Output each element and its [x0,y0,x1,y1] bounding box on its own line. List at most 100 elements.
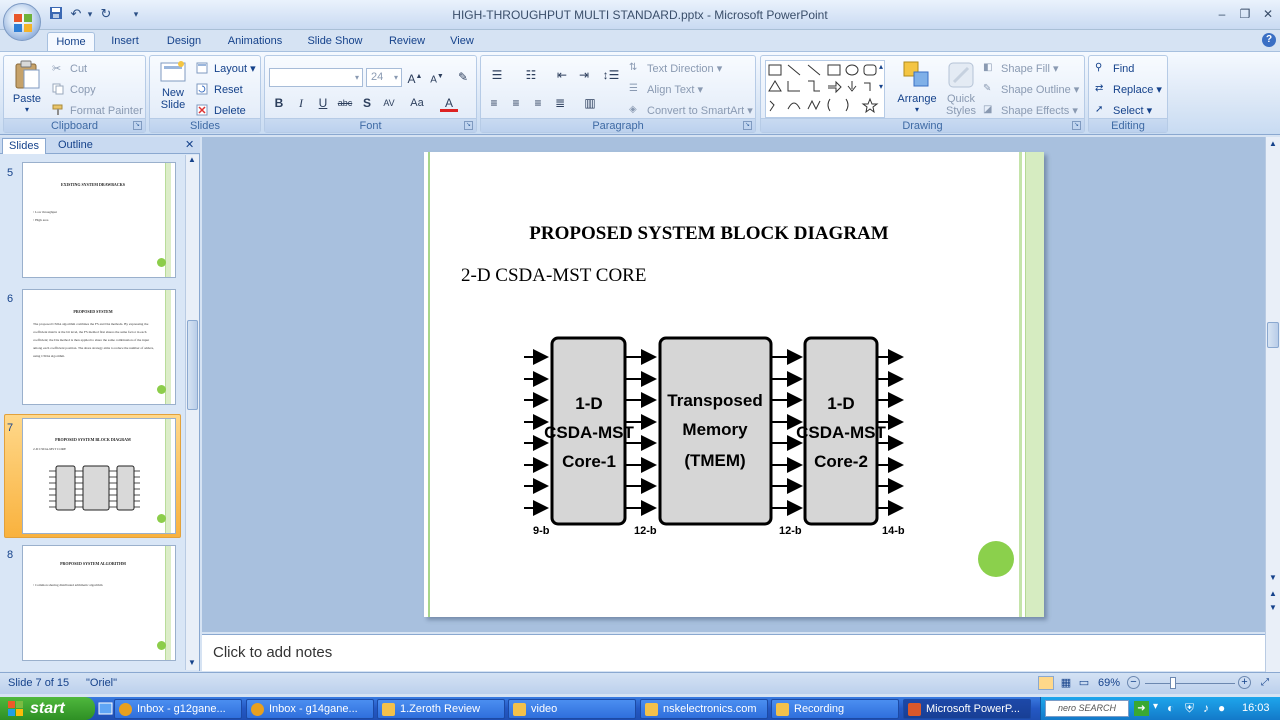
align-left-icon[interactable]: ≡ [485,94,503,112]
fit-to-window-icon[interactable]: ⤢ [1258,676,1272,690]
delete-button[interactable]: Delete [196,104,246,118]
font-name-combo[interactable]: ▾ [269,68,363,87]
layout-button[interactable]: Layout ▾ [196,62,256,76]
convert-smartart-button[interactable]: ◈ Convert to SmartArt ▾ [629,104,753,118]
bullets-icon[interactable]: ☰ [485,66,509,84]
arrange-button[interactable]: Arrange ▾ [895,60,939,118]
taskbar-item-recording[interactable]: Recording [771,699,899,719]
tab-review[interactable]: Review [381,32,433,52]
scroll-up-icon[interactable]: ▲ [188,155,196,164]
taskbar-item-nskelectronics[interactable]: nskelectronics.com [640,699,768,719]
tray-app-icon[interactable]: ● [1218,701,1225,715]
copy-button[interactable]: Copy [52,83,96,97]
text-direction-button[interactable]: ⇅ Text Direction ▾ [629,62,722,76]
clear-formatting-icon[interactable]: ✎ [454,68,472,86]
tab-home[interactable]: Home [47,32,95,52]
help-icon[interactable]: ? [1262,33,1276,47]
paragraph-launcher-icon[interactable]: ↘ [743,121,752,130]
security-icon[interactable]: ⛨ [1185,701,1194,716]
slide-sorter-icon[interactable]: ▦ [1058,676,1074,690]
character-spacing-icon[interactable]: AV [380,94,398,112]
tab-slides[interactable]: Slides [2,138,46,154]
quick-styles-button[interactable]: Quick Styles [941,60,981,118]
bold-icon[interactable]: B [270,94,288,112]
scroll-down-icon[interactable]: ▼ [188,658,196,667]
tab-animations[interactable]: Animations [220,32,290,52]
select-button[interactable]: ➚ Select ▾ [1095,104,1152,118]
taskbar-item-inbox-1[interactable]: Inbox - g12gane... [114,699,242,719]
slide-show-icon[interactable]: ▭ [1076,676,1092,690]
numbering-icon[interactable]: ☷ [519,66,543,84]
tray-expand-icon[interactable]: ▾ [1153,701,1158,712]
gallery-down-icon[interactable]: ▾ [879,82,883,91]
increase-indent-icon[interactable]: ⇥ [575,66,593,84]
slide-thumbnail-6[interactable]: PROPOSED SYSTEM The proposed CSDA algori… [22,289,176,405]
taskbar-item-powerpoint[interactable]: Microsoft PowerP... [903,699,1031,719]
format-painter-button[interactable]: Format Painter [52,104,143,118]
tab-outline[interactable]: Outline [52,138,99,154]
slide-title[interactable]: PROPOSED SYSTEM BLOCK DIAGRAM [424,223,994,245]
slide-canvas[interactable]: PROPOSED SYSTEM BLOCK DIAGRAM 2-D CSDA-M… [424,152,1044,617]
italic-icon[interactable]: I [292,94,310,112]
zoom-out-icon[interactable]: − [1127,676,1140,689]
align-right-icon[interactable]: ≡ [529,94,547,112]
tab-view[interactable]: View [442,32,482,52]
shape-fill-button[interactable]: ◧ Shape Fill ▾ [983,62,1059,76]
tab-slide-show[interactable]: Slide Show [300,32,370,52]
slide-thumbnail-7[interactable]: PROPOSED SYSTEM BLOCK DIAGRAM 2-D CSDA-M… [22,418,176,534]
restore-icon[interactable]: ❐ [1235,6,1255,22]
scroll-down-icon[interactable]: ▼ [1269,573,1277,582]
notes-pane[interactable]: Click to add notes [202,634,1265,671]
underline-icon[interactable]: U [314,94,332,112]
reset-button[interactable]: Reset [196,83,243,97]
taskbar-item-zeroth-review[interactable]: 1.Zeroth Review [377,699,505,719]
font-size-combo[interactable]: 24 ▾ [366,68,402,87]
slide-thumbnail-5[interactable]: EXISTING SYSTEM DRAWBACKS ▫ Low throughp… [22,162,176,278]
font-color-icon[interactable]: A [440,94,458,112]
office-button[interactable] [3,3,41,41]
slide-subtitle[interactable]: 2-D CSDA-MST CORE [461,265,646,287]
shadow-icon[interactable]: S [358,94,376,112]
zoom-in-icon[interactable]: + [1238,676,1251,689]
font-launcher-icon[interactable]: ↘ [464,121,473,130]
grow-font-icon[interactable]: A▲ [406,68,424,86]
block-diagram[interactable]: 1-D CSDA-MST Core-1 Transposed Memory (T… [519,332,919,542]
next-slide-icon[interactable]: ▼ [1269,603,1277,612]
shape-outline-button[interactable]: ✎ Shape Outline ▾ [983,83,1079,97]
replace-button[interactable]: ⇄ Replace ▾ [1095,83,1162,97]
align-text-button[interactable]: ☰ Align Text ▾ [629,83,703,97]
drawing-launcher-icon[interactable]: ↘ [1072,121,1081,130]
cut-button[interactable]: ✂ Cut [52,62,87,76]
notes-placeholder[interactable]: Click to add notes [213,644,332,661]
shrink-font-icon[interactable]: A▼ [428,68,446,86]
previous-slide-icon[interactable]: ▲ [1269,589,1277,598]
tab-insert[interactable]: Insert [101,32,149,52]
strikethrough-icon[interactable]: abc [336,94,354,112]
scroll-thumb[interactable] [187,320,198,410]
zoom-slider-thumb[interactable] [1170,677,1176,689]
search-go-icon[interactable]: ➜ [1134,701,1149,716]
gallery-up-icon[interactable]: ▴ [879,62,883,71]
close-panel-icon[interactable]: ✕ [185,138,194,151]
shape-effects-button[interactable]: ◪ Shape Effects ▾ [983,104,1078,118]
network-icon[interactable]: ◐ [1167,701,1174,715]
minimize-icon[interactable]: – [1212,6,1232,22]
nero-search-box[interactable]: nero SEARCH [1045,700,1129,717]
clipboard-launcher-icon[interactable]: ↘ [133,121,142,130]
slide-scrollbar[interactable]: ▲ ▼ ▲ ▼ [1265,137,1280,672]
start-button[interactable]: start [0,697,95,720]
zoom-slider[interactable] [1145,683,1235,684]
normal-view-icon[interactable] [1038,676,1054,690]
tab-design[interactable]: Design [158,32,210,52]
scroll-thumb[interactable] [1267,322,1279,348]
panel-scrollbar[interactable]: ▲ ▼ [185,155,199,670]
line-spacing-icon[interactable]: ↕☰ [598,66,624,84]
justify-icon[interactable]: ≣ [551,94,569,112]
new-slide-button[interactable]: New Slide [154,60,192,118]
volume-icon[interactable]: ♪ [1203,701,1209,715]
columns-icon[interactable]: ▥ [577,94,603,112]
taskbar-item-video[interactable]: video [508,699,636,719]
find-button[interactable]: ⚲ Find [1095,62,1134,76]
slide-thumbnail-8[interactable]: PROPOSED SYSTEM ALGORITHM ▫ Common shari… [22,545,176,661]
zoom-level[interactable]: 69% [1098,677,1120,689]
